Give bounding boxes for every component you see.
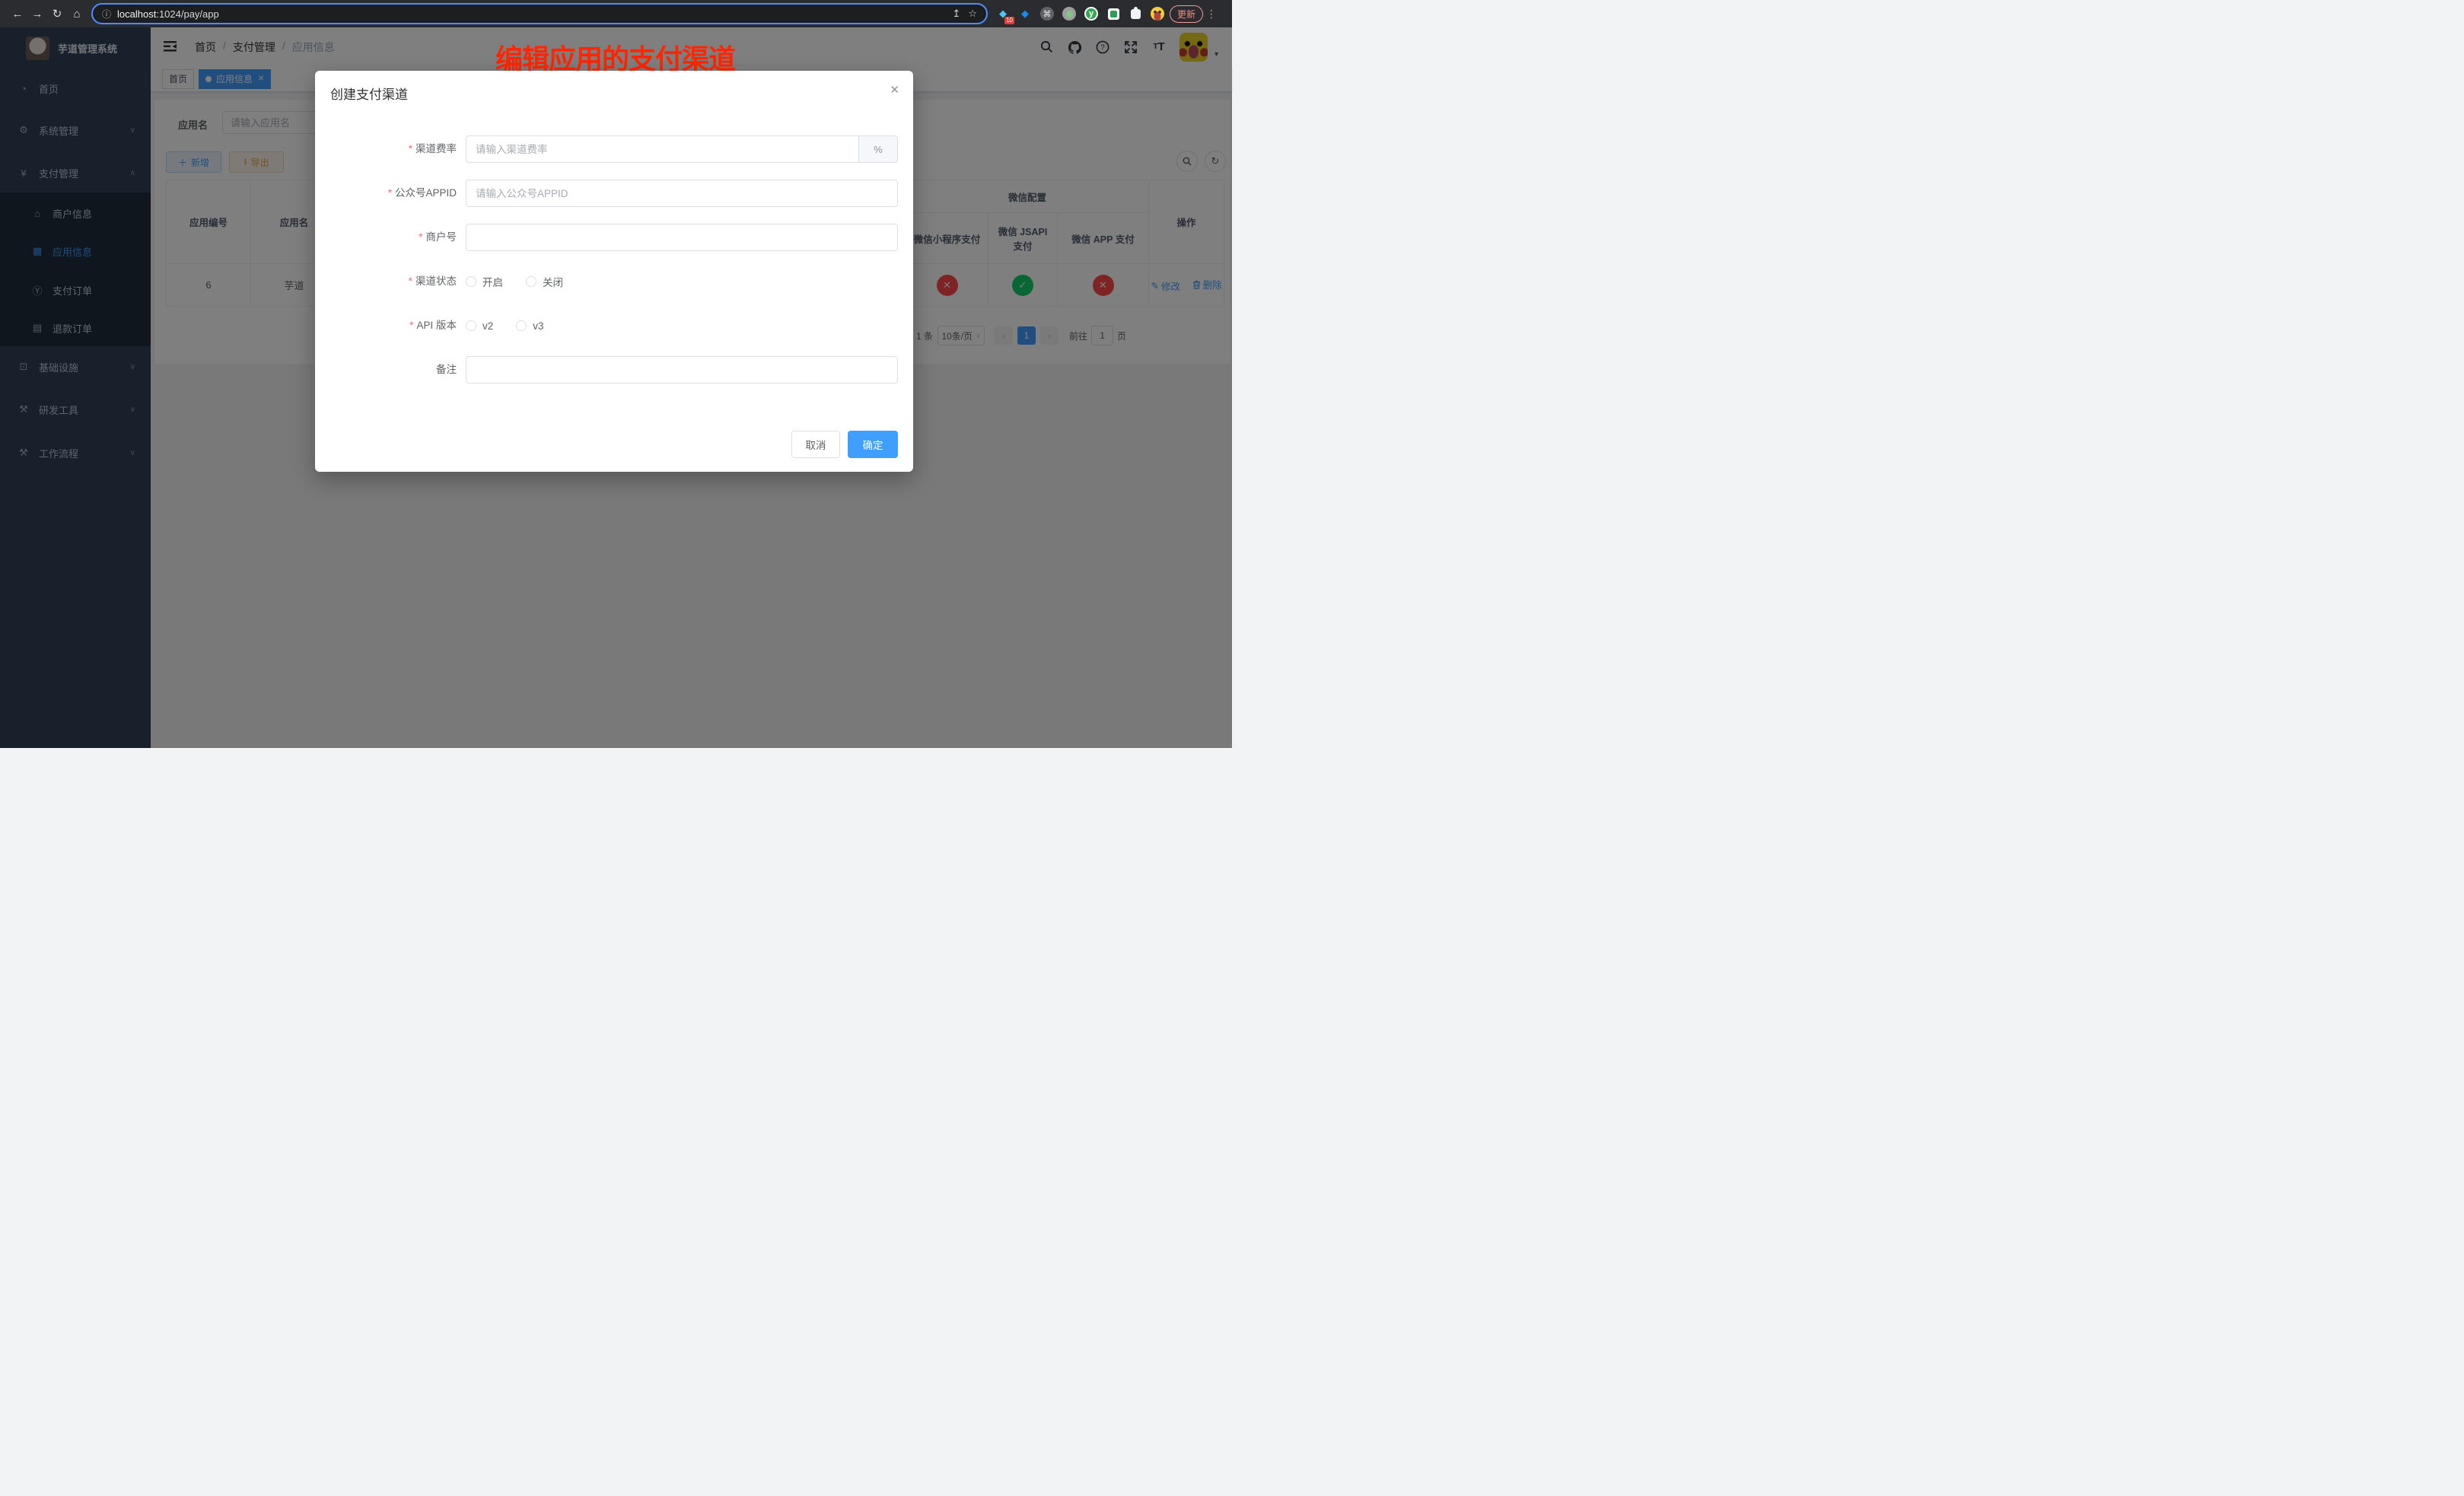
remark-label: 备注 xyxy=(436,364,457,375)
rate-label: 渠道费率 xyxy=(415,143,457,154)
dialog-close-icon[interactable]: ✕ xyxy=(890,83,899,97)
api-v3-radio[interactable]: v3 xyxy=(516,320,543,332)
cancel-button[interactable]: 取消 xyxy=(791,431,840,458)
address-bar[interactable]: ⓘ localhost:1024/pay/app ↥ ☆ xyxy=(91,3,988,24)
dialog-title: 创建支付渠道 xyxy=(330,84,408,103)
back-icon[interactable]: ← xyxy=(8,8,27,21)
extension-y-icon[interactable]: y xyxy=(1084,6,1099,21)
form-row-appid: *公众号APPID xyxy=(315,180,913,207)
form-row-status: *渠道状态 开启 关闭 xyxy=(315,268,913,295)
url-text: localhost:1024/pay/app xyxy=(117,8,944,20)
form-row-api-version: *API 版本 v2 v3 xyxy=(315,312,913,339)
extension-chat-icon[interactable] xyxy=(1106,6,1121,21)
extension-icon[interactable]: ◆10 xyxy=(995,6,1011,21)
extensions-area: ◆10 ◆ ⌘ y xyxy=(995,6,1165,21)
required-mark: * xyxy=(409,320,413,331)
rate-input[interactable] xyxy=(466,135,858,163)
status-open-radio[interactable]: 开启 xyxy=(466,274,503,289)
required-mark: * xyxy=(409,275,412,287)
merchant-input[interactable] xyxy=(466,224,898,251)
status-closed-radio[interactable]: 关闭 xyxy=(526,274,563,289)
extension-emoji-icon[interactable] xyxy=(1150,6,1165,21)
share-icon[interactable]: ↥ xyxy=(952,8,960,20)
api-v2-radio[interactable]: v2 xyxy=(466,320,493,332)
bookmark-star-icon[interactable]: ☆ xyxy=(968,8,977,20)
extension-kite-icon[interactable]: ◆ xyxy=(1017,6,1033,21)
radio-circle-icon xyxy=(526,276,536,287)
radio-label: v3 xyxy=(533,320,543,332)
status-label: 渠道状态 xyxy=(415,275,457,287)
extension-badge: 10 xyxy=(1004,17,1014,24)
extension-dot-icon[interactable] xyxy=(1062,6,1077,21)
browser-toolbar: ← → ↻ ⌂ ⓘ localhost:1024/pay/app ↥ ☆ ◆10… xyxy=(0,0,1232,27)
radio-label: 开启 xyxy=(482,274,503,289)
required-mark: * xyxy=(419,231,422,243)
remark-input[interactable] xyxy=(466,356,898,384)
radio-circle-icon xyxy=(466,320,476,331)
dialog-footer: 取消 确定 xyxy=(791,431,898,458)
appid-label: 公众号APPID xyxy=(395,187,457,199)
form-row-remark: 备注 xyxy=(315,356,913,384)
merchant-label: 商户号 xyxy=(426,231,457,243)
browser-menu-icon[interactable]: ⋮ xyxy=(1206,8,1217,21)
api-version-label: API 版本 xyxy=(416,320,457,331)
extension-puzzle-icon[interactable] xyxy=(1128,6,1143,21)
chrome-update-button[interactable]: 更新 xyxy=(1170,5,1203,23)
confirm-button[interactable]: 确定 xyxy=(848,431,898,458)
radio-label: 关闭 xyxy=(543,274,563,289)
radio-label: v2 xyxy=(482,320,493,332)
appid-input[interactable] xyxy=(466,180,898,207)
create-pay-channel-dialog: 创建支付渠道 ✕ *渠道费率 % *公众号APPID *商户号 *渠道状态 开启… xyxy=(315,71,913,472)
extension-command-icon[interactable]: ⌘ xyxy=(1039,6,1055,21)
radio-circle-icon xyxy=(516,320,527,331)
radio-circle-icon xyxy=(466,276,476,287)
site-info-icon[interactable]: ⓘ xyxy=(102,8,111,21)
rate-unit-addon: % xyxy=(858,135,898,163)
form-row-rate: *渠道费率 % xyxy=(315,135,913,163)
url-host: localhost xyxy=(117,8,156,20)
required-mark: * xyxy=(409,143,412,154)
required-mark: * xyxy=(388,187,392,199)
url-path: :1024/pay/app xyxy=(156,8,218,20)
form-row-merchant: * 商户号 xyxy=(315,224,913,251)
home-icon[interactable]: ⌂ xyxy=(67,8,87,21)
reload-icon[interactable]: ↻ xyxy=(47,7,67,21)
forward-icon[interactable]: → xyxy=(27,8,47,21)
